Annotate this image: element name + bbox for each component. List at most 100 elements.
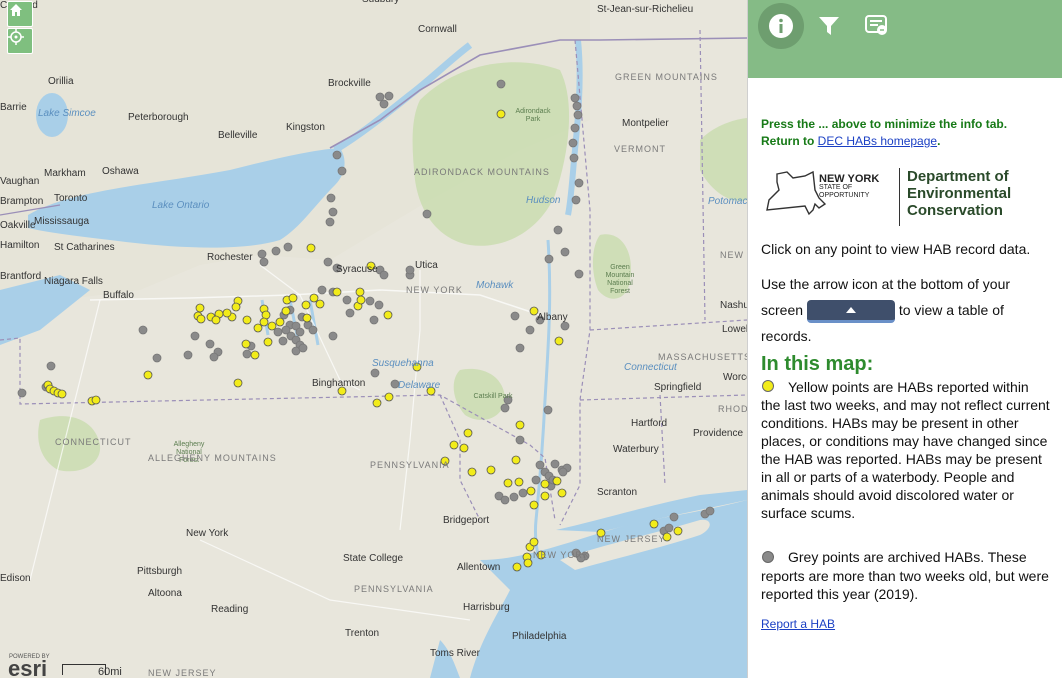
hab-point-recent[interactable] (275, 317, 285, 327)
hab-point-recent[interactable] (263, 337, 273, 347)
hab-point-archived[interactable] (326, 193, 336, 203)
hab-point-recent[interactable] (552, 476, 562, 486)
hab-point-archived[interactable] (669, 512, 679, 522)
hab-point-archived[interactable] (298, 343, 308, 353)
hab-point-archived[interactable] (571, 195, 581, 205)
hab-point-archived[interactable] (664, 523, 674, 533)
hab-point-recent[interactable] (315, 299, 325, 309)
hab-point-recent[interactable] (302, 313, 312, 323)
hab-point-archived[interactable] (570, 93, 580, 103)
hab-point-archived[interactable] (323, 257, 333, 267)
hab-point-recent[interactable] (242, 315, 252, 325)
hab-point-recent[interactable] (512, 562, 522, 572)
hab-point-recent[interactable] (332, 287, 342, 297)
hab-point-archived[interactable] (278, 336, 288, 346)
hab-point-archived[interactable] (515, 435, 525, 445)
hab-point-archived[interactable] (365, 296, 375, 306)
hab-point-recent[interactable] (195, 303, 205, 313)
table-toggle-button[interactable] (806, 299, 895, 323)
hab-point-recent[interactable] (222, 308, 232, 318)
dec-habs-homepage-link[interactable]: DEC HABs homepage (818, 134, 937, 148)
hab-point-recent[interactable] (459, 443, 469, 453)
hab-point-archived[interactable] (569, 153, 579, 163)
hab-point-recent[interactable] (259, 317, 269, 327)
hab-point-archived[interactable] (374, 300, 384, 310)
hab-point-archived[interactable] (515, 343, 525, 353)
hab-point-recent[interactable] (503, 478, 513, 488)
tab-info[interactable] (758, 3, 804, 49)
hab-point-archived[interactable] (509, 492, 519, 502)
hab-point-archived[interactable] (572, 101, 582, 111)
hab-point-recent[interactable] (467, 467, 477, 477)
hab-point-recent[interactable] (383, 310, 393, 320)
hab-point-archived[interactable] (328, 207, 338, 217)
hab-point-archived[interactable] (328, 331, 338, 341)
hab-point-archived[interactable] (46, 361, 56, 371)
hab-point-recent[interactable] (540, 491, 550, 501)
hab-point-archived[interactable] (705, 506, 715, 516)
map-view[interactable]: Sudbury St-Jean-sur-Richelieu Cornwall Oril… (0, 0, 747, 678)
hab-point-recent[interactable] (233, 378, 243, 388)
hab-point-archived[interactable] (242, 349, 252, 359)
hab-point-recent[interactable] (554, 336, 564, 346)
hab-point-archived[interactable] (259, 257, 269, 267)
hab-point-archived[interactable] (183, 350, 193, 360)
hab-point-recent[interactable] (540, 479, 550, 489)
hab-point-archived[interactable] (190, 331, 200, 341)
hab-point-recent[interactable] (529, 537, 539, 547)
hab-point-archived[interactable] (560, 247, 570, 257)
hab-point-archived[interactable] (518, 488, 528, 498)
hab-point-archived[interactable] (370, 368, 380, 378)
hab-point-archived[interactable] (152, 353, 162, 363)
hab-point-recent[interactable] (496, 109, 506, 119)
hab-point-recent[interactable] (196, 314, 206, 324)
hab-point-archived[interactable] (568, 138, 578, 148)
hab-point-archived[interactable] (574, 269, 584, 279)
hab-point-archived[interactable] (500, 495, 510, 505)
hab-point-archived[interactable] (570, 123, 580, 133)
hab-point-recent[interactable] (526, 486, 536, 496)
hab-point-recent[interactable] (511, 455, 521, 465)
hab-point-archived[interactable] (138, 325, 148, 335)
hab-point-recent[interactable] (384, 392, 394, 402)
hab-point-archived[interactable] (325, 217, 335, 227)
tab-legend[interactable] (854, 3, 900, 49)
hab-point-archived[interactable] (379, 99, 389, 109)
hab-point-archived[interactable] (531, 475, 541, 485)
hab-point-archived[interactable] (384, 91, 394, 101)
hab-point-archived[interactable] (510, 311, 520, 321)
hab-point-recent[interactable] (91, 395, 101, 405)
hab-point-archived[interactable] (317, 285, 327, 295)
hab-point-recent[interactable] (267, 321, 277, 331)
hab-point-archived[interactable] (271, 246, 281, 256)
hab-point-archived[interactable] (308, 325, 318, 335)
hab-point-recent[interactable] (523, 558, 533, 568)
home-button[interactable] (7, 1, 33, 27)
hab-point-archived[interactable] (405, 265, 415, 275)
hab-point-recent[interactable] (281, 306, 291, 316)
hab-point-recent[interactable] (463, 428, 473, 438)
hab-point-archived[interactable] (337, 166, 347, 176)
hab-point-archived[interactable] (544, 254, 554, 264)
hab-point-archived[interactable] (558, 467, 568, 477)
hab-point-recent[interactable] (231, 302, 241, 312)
hab-point-recent[interactable] (372, 398, 382, 408)
hab-point-archived[interactable] (283, 242, 293, 252)
hab-point-archived[interactable] (573, 110, 583, 120)
hab-point-recent[interactable] (288, 293, 298, 303)
hab-point-archived[interactable] (496, 79, 506, 89)
hab-point-archived[interactable] (332, 150, 342, 160)
hab-point-recent[interactable] (355, 287, 365, 297)
locate-button[interactable] (7, 28, 33, 54)
hab-point-recent[interactable] (529, 500, 539, 510)
hab-point-archived[interactable] (560, 321, 570, 331)
hab-point-recent[interactable] (486, 465, 496, 475)
hab-point-recent[interactable] (306, 243, 316, 253)
hab-point-archived[interactable] (550, 459, 560, 469)
hab-point-recent[interactable] (515, 420, 525, 430)
hab-point-recent[interactable] (241, 339, 251, 349)
hab-point-recent[interactable] (356, 295, 366, 305)
hab-point-archived[interactable] (273, 327, 283, 337)
hab-point-recent[interactable] (673, 526, 683, 536)
hab-point-archived[interactable] (369, 315, 379, 325)
